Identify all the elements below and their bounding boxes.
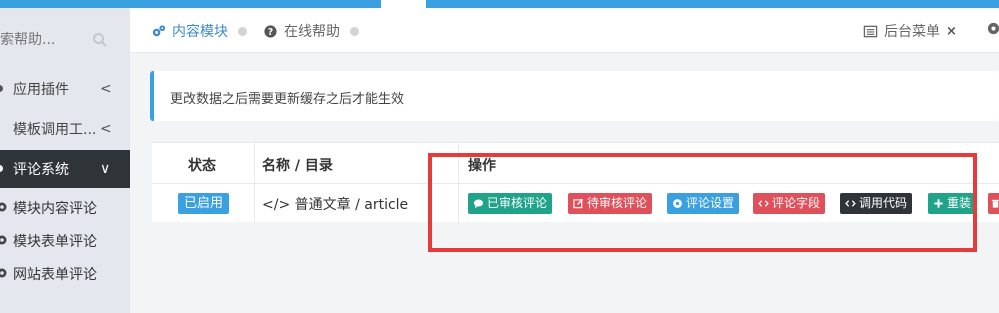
cogs-icon [152, 24, 166, 36]
sidebar-subitem-label: 网站表单评论 [13, 267, 97, 283]
sidebar-item-label: 模板调用工... [13, 122, 97, 138]
sidebar-item-label: 应用插件 [13, 82, 69, 98]
gear-icon [0, 202, 7, 212]
tab-dot [350, 26, 359, 36]
tab-online-help[interactable]: ? 在线帮助 [263, 21, 359, 41]
sidebar-item-plugins[interactable]: 应用插件 < [0, 70, 130, 108]
tab-label: 内容模块 [172, 24, 228, 40]
top-bar-gap [381, 0, 426, 8]
alert-text: 更改数据之后需要更新缓存之后才能生效 [170, 92, 405, 107]
search-icon[interactable] [92, 32, 108, 48]
gear-icon [0, 268, 7, 278]
sidebar-subitem-label: 模块内容评论 [13, 201, 97, 217]
tab-label: 在线帮助 [284, 24, 340, 40]
tab-bar: 内容模块 ? 在线帮助 后台菜单 × [130, 8, 999, 53]
module-name: </> 普通文章 / article [262, 197, 409, 213]
sidebar-item-comments[interactable]: 评论系统 ∨ [0, 150, 130, 188]
bullet-icon [0, 85, 3, 92]
tab-backend-menu[interactable]: 后台菜单 × [863, 21, 957, 41]
delete-button[interactable] [988, 193, 999, 214]
chevron-down-icon: ∨ [100, 161, 111, 177]
tab-dot [238, 26, 247, 36]
close-icon[interactable]: × [946, 24, 957, 39]
sidebar-subitem-module-content[interactable]: 模块内容评论 [0, 192, 130, 224]
gear-icon [0, 235, 7, 245]
sidebar-subitem-label: 模块表单评论 [13, 234, 97, 250]
list-alt-icon [863, 25, 878, 37]
tab-settings[interactable] [986, 21, 999, 36]
question-circle-icon: ? [264, 24, 277, 37]
top-accent-bar [0, 0, 999, 8]
sidebar-item-template-tools[interactable]: 模板调用工... < [0, 110, 130, 148]
chevron-left-icon: < [100, 121, 112, 137]
annotation-highlight-box [428, 153, 977, 252]
sidebar-search [0, 22, 120, 58]
chevron-left-icon: < [100, 81, 112, 97]
sidebar: 应用插件 < 模板调用工... < 评论系统 ∨ 模块内容评论 模块表单评论 网… [0, 8, 130, 313]
col-header-name: 名称 / 目录 [262, 158, 333, 174]
tab-content-module[interactable]: 内容模块 [151, 21, 247, 41]
info-alert: 更改数据之后需要更新缓存之后才能生效 [150, 71, 999, 121]
status-badge: 已启用 [178, 193, 230, 214]
tab-label: 后台菜单 [884, 24, 940, 40]
gear-icon [987, 22, 999, 35]
col-header-status: 状态 [188, 158, 216, 174]
svg-text:?: ? [268, 26, 273, 37]
sidebar-subitem-module-form[interactable]: 模块表单评论 [0, 225, 130, 257]
bullet-icon [0, 165, 3, 172]
sidebar-item-label: 评论系统 [13, 162, 69, 178]
sidebar-subitem-site-form[interactable]: 网站表单评论 [0, 258, 130, 290]
trash-icon [991, 199, 999, 208]
